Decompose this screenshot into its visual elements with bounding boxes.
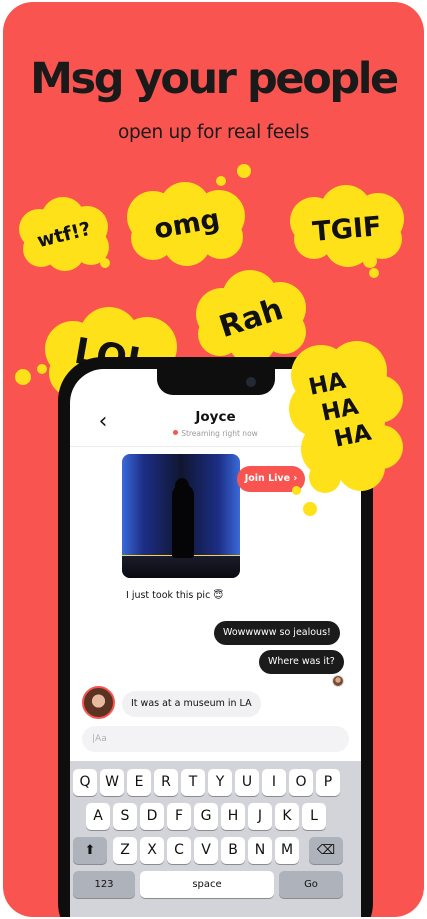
bubble-dot <box>15 369 31 385</box>
photo-silhouette-head <box>175 478 189 494</box>
promo-card: Msg your people open up for real feels w… <box>3 2 424 917</box>
bubble-dot <box>303 502 317 516</box>
key-s[interactable]: S <box>113 803 137 830</box>
key-b[interactable]: B <box>221 837 245 864</box>
sticker-tgif: TGIF <box>286 185 408 278</box>
sticker-omg: omg <box>123 182 251 267</box>
shift-icon: ⬆ <box>84 843 96 858</box>
key-i[interactable]: I <box>262 769 286 796</box>
key-k[interactable]: K <box>275 803 299 830</box>
message-incoming[interactable]: I just took this pic 😇 <box>122 583 227 609</box>
key-z[interactable]: Z <box>113 837 137 864</box>
go-key[interactable]: Go <box>279 871 343 898</box>
keyboard: Q W E R T Y U I O P A S D F G H J K L ⬆ … <box>70 761 361 917</box>
read-receipt-avatar <box>332 675 344 687</box>
key-e[interactable]: E <box>127 769 151 796</box>
live-dot-icon <box>173 430 179 435</box>
key-g[interactable]: G <box>194 803 218 830</box>
shift-key[interactable]: ⬆ <box>73 837 107 864</box>
key-o[interactable]: O <box>289 769 313 796</box>
photo-floor <box>122 556 240 578</box>
message-outgoing[interactable]: Where was it? <box>259 650 344 674</box>
shared-photo[interactable] <box>122 454 240 578</box>
key-u[interactable]: U <box>235 769 259 796</box>
key-c[interactable]: C <box>167 837 191 864</box>
camera-dot <box>246 377 256 387</box>
bubble-dot <box>216 176 226 186</box>
phone-notch <box>157 369 275 395</box>
key-x[interactable]: X <box>140 837 164 864</box>
message-outgoing[interactable]: Wowwwww so jealous! <box>214 621 340 645</box>
key-n[interactable]: N <box>248 837 272 864</box>
photo-silhouette <box>172 484 194 558</box>
contact-avatar[interactable] <box>82 686 115 719</box>
bubble-dot <box>237 164 251 178</box>
message-input[interactable]: |Aa <box>82 726 349 752</box>
subheadline: open up for real feels <box>117 122 310 143</box>
key-v[interactable]: V <box>194 837 218 864</box>
bubble-dot <box>292 486 301 495</box>
space-key[interactable]: space <box>140 871 274 898</box>
key-f[interactable]: F <box>167 803 191 830</box>
sticker-wtf: wtf!? <box>17 197 111 273</box>
key-m[interactable]: M <box>275 837 299 864</box>
key-l[interactable]: L <box>302 803 326 830</box>
sticker-tgif-text: TGIF <box>311 211 383 248</box>
sticker-hahaha: HA HA HA <box>281 337 403 502</box>
key-h[interactable]: H <box>221 803 245 830</box>
key-y[interactable]: Y <box>208 769 232 796</box>
bubble-dot <box>37 364 47 374</box>
delete-icon: ⌫ <box>316 843 336 858</box>
key-a[interactable]: A <box>86 803 110 830</box>
delete-key[interactable]: ⌫ <box>309 837 343 864</box>
contact-status-text: Streaming right now <box>181 429 258 438</box>
numbers-key[interactable]: 123 <box>73 871 135 898</box>
key-p[interactable]: P <box>316 769 340 796</box>
ha-line: HA <box>331 419 374 453</box>
headline: Msg your people <box>30 54 399 104</box>
key-j[interactable]: J <box>248 803 272 830</box>
key-t[interactable]: T <box>181 769 205 796</box>
key-q[interactable]: Q <box>73 769 97 796</box>
key-r[interactable]: R <box>154 769 178 796</box>
message-incoming[interactable]: It was at a museum in LA <box>122 691 261 717</box>
key-d[interactable]: D <box>140 803 164 830</box>
key-w[interactable]: W <box>100 769 124 796</box>
